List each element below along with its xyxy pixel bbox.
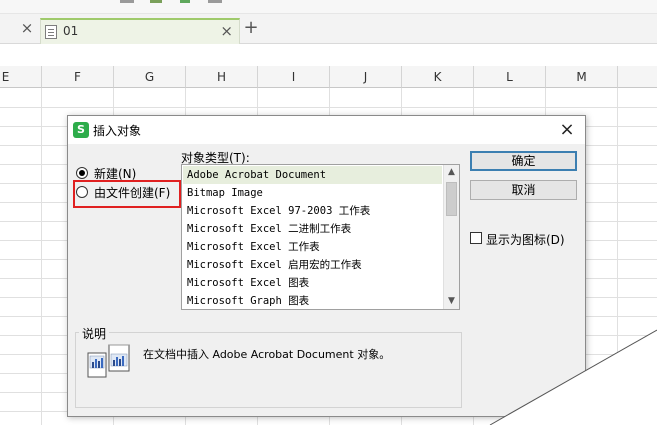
grid-column-line xyxy=(617,88,618,425)
cancel-button[interactable]: 取消 xyxy=(470,180,577,200)
toolbar-fragment xyxy=(208,0,222,3)
scroll-up-arrow-icon[interactable]: ▲ xyxy=(444,165,459,180)
spreadsheet-document-icon xyxy=(45,25,57,39)
ok-button[interactable]: 确定 xyxy=(470,151,577,171)
display-as-icon-checkbox[interactable] xyxy=(470,232,482,244)
dialog-close-button[interactable]: × xyxy=(557,119,577,141)
column-header-f[interactable]: F xyxy=(42,66,114,88)
object-type-list[interactable]: Adobe Acrobat Document Bitmap Image Micros… xyxy=(181,164,460,310)
tab-label: 01 xyxy=(63,24,79,38)
display-as-icon-label: 显示为图标(D) xyxy=(486,233,565,247)
description-text: 在文档中插入 Adobe Acrobat Document 对象。 xyxy=(143,348,391,361)
column-header-k[interactable]: K xyxy=(402,66,474,88)
toolbar-fragment xyxy=(180,0,190,3)
toolbar-fragment xyxy=(120,0,134,3)
column-header-g[interactable]: G xyxy=(114,66,186,88)
grid-row-line xyxy=(0,107,657,108)
new-tab-button[interactable]: + xyxy=(242,18,260,38)
column-header-i[interactable]: I xyxy=(258,66,330,88)
column-header-e[interactable]: E xyxy=(0,66,42,88)
description-title: 说明 xyxy=(79,325,110,342)
previous-tab-close-icon[interactable]: × xyxy=(18,19,36,37)
tab-close-icon[interactable]: × xyxy=(220,22,233,40)
object-type-item[interactable]: Microsoft Excel 工作表 xyxy=(183,238,442,256)
grid-column-line xyxy=(41,88,42,425)
radio-button-unchecked[interactable] xyxy=(76,186,88,198)
column-header-j[interactable]: J xyxy=(330,66,402,88)
list-scrollbar[interactable]: ▲ ▼ xyxy=(443,165,459,309)
formula-bar-area xyxy=(0,44,657,66)
description-group xyxy=(75,332,462,408)
toolbar-fragment xyxy=(150,0,162,3)
object-type-item[interactable]: Microsoft Graph 图表 xyxy=(183,292,442,309)
chart-object-icon xyxy=(87,344,130,378)
document-tab-bar: × 01 × + xyxy=(0,14,657,44)
scroll-thumb[interactable] xyxy=(446,182,457,216)
dialog-titlebar: S 插入对象 × xyxy=(68,116,585,144)
object-type-item[interactable]: Microsoft Excel 97-2003 工作表 xyxy=(183,202,442,220)
object-type-item[interactable]: Adobe Acrobat Document xyxy=(183,166,442,184)
scroll-down-arrow-icon[interactable]: ▼ xyxy=(444,294,459,309)
column-header-l[interactable]: L xyxy=(474,66,546,88)
object-type-item[interactable]: Microsoft Excel 启用宏的工作表 xyxy=(183,256,442,274)
insert-object-dialog: S 插入对象 × 新建(N) 由文件创建(F) 对象类型(T): Adobe A… xyxy=(67,115,586,417)
object-type-item[interactable]: Microsoft Excel 图表 xyxy=(183,274,442,292)
top-strip xyxy=(0,0,657,14)
object-type-item[interactable]: Microsoft Excel 二进制工作表 xyxy=(183,220,442,238)
radio-button-checked[interactable] xyxy=(76,167,88,179)
radio-create-from-file-label: 由文件创建(F) xyxy=(94,186,171,200)
wps-spreadsheet-icon: S xyxy=(73,122,89,138)
dialog-title: 插入对象 xyxy=(93,124,142,138)
object-type-item[interactable]: Bitmap Image xyxy=(183,184,442,202)
tab-01[interactable]: 01 × xyxy=(40,18,240,44)
column-header-h[interactable]: H xyxy=(186,66,258,88)
column-header-m[interactable]: M xyxy=(546,66,618,88)
column-header-partial[interactable] xyxy=(618,66,657,88)
